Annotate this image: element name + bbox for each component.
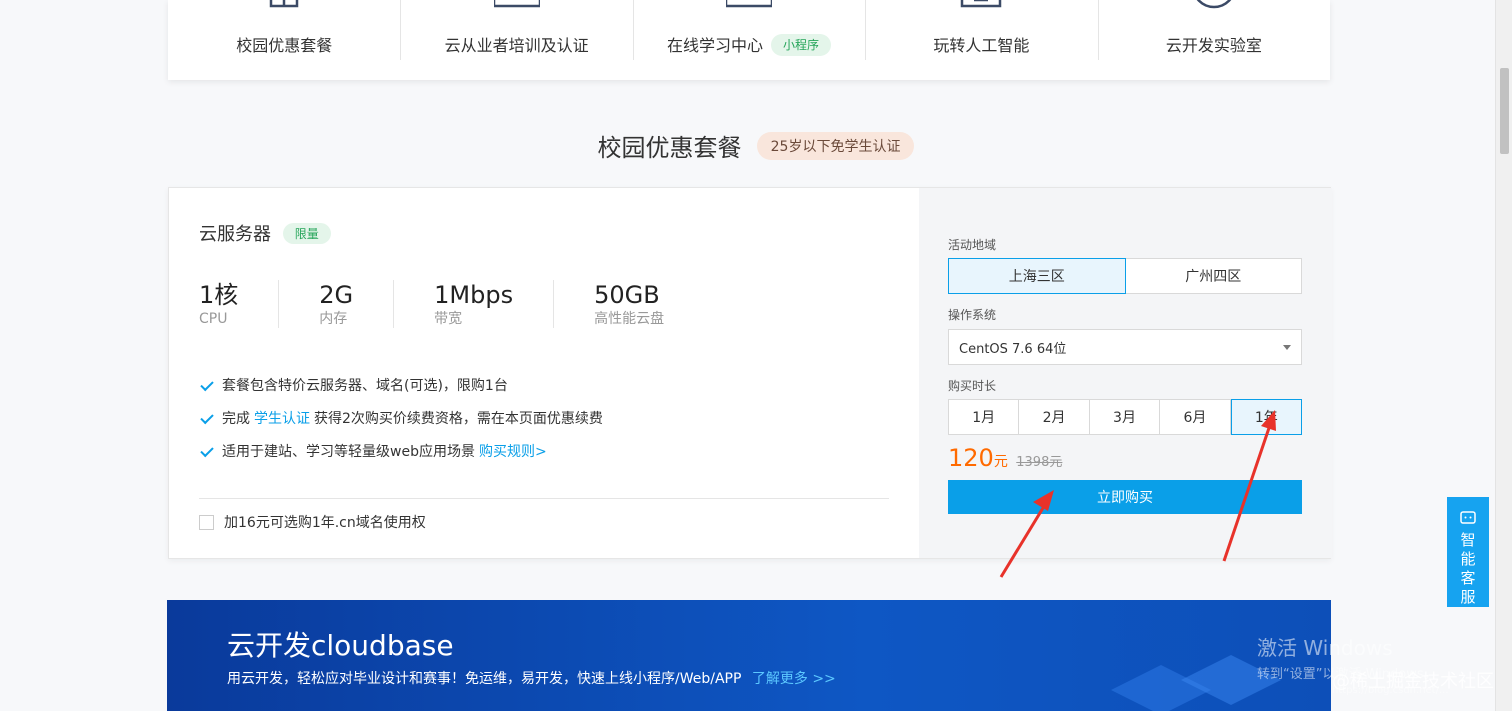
service-label: 智能客服	[1460, 531, 1476, 607]
feature-item: 适用于建站、学习等轻量级web应用场景 购买规则>	[201, 436, 603, 469]
student-auth-link[interactable]: 学生认证	[254, 403, 310, 436]
spec-value: 2G	[319, 280, 353, 310]
duration-option-1m[interactable]: 1月	[948, 399, 1019, 435]
lab-icon	[1191, 0, 1237, 20]
buy-now-button[interactable]: 立即购买	[948, 480, 1302, 514]
nav-item-learning[interactable]: 在线学习中心 小程序	[633, 0, 865, 80]
os-label: 操作系统	[948, 306, 996, 323]
product-info: 云服务器 限量 1核 CPU 2G 内存 1Mbps 带宽 50GB 高性能云盘	[169, 188, 919, 558]
spec-value: 50GB	[594, 280, 664, 310]
smart-service-button[interactable]: 智能客服	[1447, 497, 1489, 607]
nav-item-lab[interactable]: 云开发实验室	[1098, 0, 1330, 80]
current-price: 120	[948, 444, 994, 472]
region-option-guangzhou[interactable]: 广州四区	[1126, 258, 1303, 294]
duration-label: 购买时长	[948, 377, 996, 394]
page-scrollbar[interactable]	[1495, 0, 1512, 711]
duration-option-2m[interactable]: 2月	[1019, 399, 1089, 435]
certificate-icon	[494, 0, 540, 20]
region-option-shanghai[interactable]: 上海三区	[948, 258, 1126, 294]
os-value: CentOS 7.6 64位	[959, 338, 1066, 357]
purchase-rules-link[interactable]: 购买规则>	[479, 436, 547, 469]
duration-option-6m[interactable]: 6月	[1160, 399, 1230, 435]
student-tag: 25岁以下免学生认证	[757, 132, 915, 160]
region-selector: 上海三区 广州四区	[948, 258, 1302, 294]
nav-label: 校园优惠套餐	[236, 32, 332, 56]
spec-disk: 50GB 高性能云盘	[594, 280, 704, 328]
feature-list: 套餐包含特价云服务器、域名(可选)，限购1台 完成 学生认证 获得2次购买价续费…	[201, 370, 603, 469]
csdn-url: https://blog.csdn.net/...	[1332, 685, 1449, 696]
monitor-icon	[726, 0, 772, 20]
purchase-panel: 活动地域 上海三区 广州四区 操作系统 CentOS 7.6 64位 购买时长 …	[919, 188, 1332, 558]
section-title: 校园优惠套餐	[598, 134, 742, 162]
spec-value: 1核	[199, 280, 238, 310]
banner-title: 云开发cloudbase	[227, 624, 454, 664]
feature-item: 套餐包含特价云服务器、域名(可选)，限购1台	[201, 370, 603, 403]
domain-addon: 加16元可选购1年.cn域名使用权	[199, 512, 426, 532]
cloudbase-banner: 云开发cloudbase 用云开发，轻松应对毕业设计和赛事！免运维，易开发，快速…	[167, 600, 1331, 711]
spec-cpu: 1核 CPU	[199, 280, 279, 328]
check-icon	[200, 411, 213, 424]
feature-text: 套餐包含特价云服务器、域名(可选)，限购1台	[222, 370, 508, 403]
nav-label: 在线学习中心	[667, 32, 763, 56]
domain-addon-label: 加16元可选购1年.cn域名使用权	[224, 512, 426, 532]
section-header: 校园优惠套餐 25岁以下免学生认证	[0, 128, 1512, 163]
duration-selector: 1月 2月 3月 6月 1年	[948, 399, 1302, 435]
nav-label: 云从业者培训及认证	[445, 32, 589, 56]
spec-memory: 2G 内存	[319, 280, 394, 328]
region-label: 活动地域	[948, 236, 996, 253]
feature-text: 完成	[222, 403, 250, 436]
juejin-watermark: @稀土掘金技术社区 https://blog.csdn.net/...	[1332, 667, 1494, 693]
feature-text: 获得2次购买价续费资格，需在本页面优惠续费	[314, 403, 603, 436]
book-icon	[261, 0, 307, 20]
spec-value: 1Mbps	[434, 280, 513, 310]
duration-option-3m[interactable]: 3月	[1090, 399, 1160, 435]
spec-label: 带宽	[434, 310, 513, 328]
spec-bandwidth: 1Mbps 带宽	[434, 280, 554, 328]
spec-label: CPU	[199, 310, 238, 328]
original-price: 1398元	[1016, 455, 1062, 470]
domain-addon-checkbox[interactable]	[199, 515, 214, 530]
spec-label: 高性能云盘	[594, 310, 664, 328]
check-icon	[200, 378, 213, 391]
nav-label: 云开发实验室	[1166, 32, 1262, 56]
price: 120元 1398元	[948, 444, 1062, 472]
caret-down-icon	[1283, 345, 1291, 350]
spec-list: 1核 CPU 2G 内存 1Mbps 带宽 50GB 高性能云盘	[199, 280, 744, 328]
nav-item-training[interactable]: 云从业者培训及认证	[400, 0, 632, 80]
nav-item-campus[interactable]: 校园优惠套餐	[168, 0, 400, 80]
top-nav: 校园优惠套餐 云从业者培训及认证 在线学习中心 小程序 玩转人工智能 云开发实验…	[168, 0, 1330, 80]
banner-subtitle-text: 用云开发，轻松应对毕业设计和赛事！免运维，易开发，快速上线小程序/Web/APP	[227, 671, 741, 687]
robot-icon	[958, 0, 1004, 20]
product-title: 云服务器 限量	[199, 220, 331, 246]
price-unit: 元	[994, 454, 1008, 470]
spec-label: 内存	[319, 310, 353, 328]
chat-icon	[1460, 511, 1476, 525]
product-name: 云服务器	[199, 224, 271, 245]
check-icon	[200, 444, 213, 457]
feature-item: 完成 学生认证 获得2次购买价续费资格，需在本页面优惠续费	[201, 403, 603, 436]
scrollbar-thumb[interactable]	[1500, 68, 1509, 154]
limited-badge: 限量	[283, 223, 331, 244]
banner-subtitle: 用云开发，轻松应对毕业设计和赛事！免运维，易开发，快速上线小程序/Web/APP…	[227, 668, 836, 688]
nav-label: 玩转人工智能	[933, 32, 1029, 56]
nav-item-ai[interactable]: 玩转人工智能	[865, 0, 1097, 80]
product-card: 云服务器 限量 1核 CPU 2G 内存 1Mbps 带宽 50GB 高性能云盘	[168, 187, 1331, 559]
duration-option-1y[interactable]: 1年	[1231, 399, 1302, 435]
feature-text: 适用于建站、学习等轻量级web应用场景	[222, 436, 475, 469]
os-select[interactable]: CentOS 7.6 64位	[948, 329, 1302, 365]
learn-more-link[interactable]: 了解更多 >>	[752, 671, 836, 687]
divider	[199, 498, 889, 499]
mini-program-badge: 小程序	[771, 34, 831, 56]
watermark-title: 激活 Windows	[1257, 632, 1437, 661]
